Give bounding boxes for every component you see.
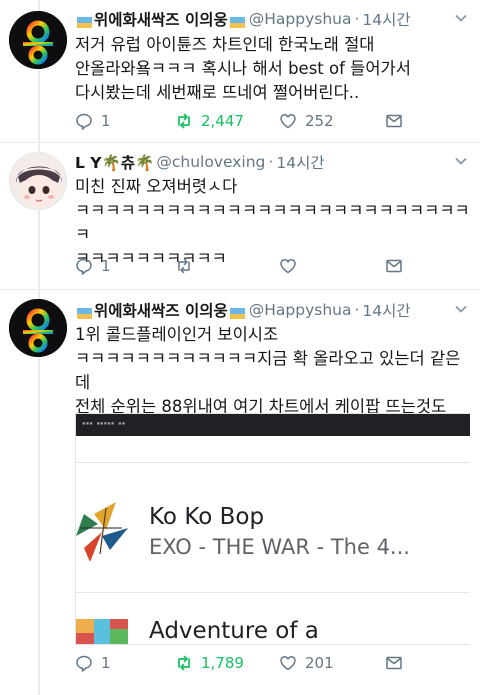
direct-message-button[interactable] <box>385 257 403 275</box>
timestamp[interactable]: 14시간 <box>362 8 410 30</box>
timestamp[interactable]: 14시간 <box>276 151 324 173</box>
next-song-title: Adventure of a <box>149 618 319 644</box>
reply-button[interactable]: 1 <box>75 112 175 130</box>
chevron-down-icon[interactable] <box>454 11 468 25</box>
retweet-icon <box>178 113 190 129</box>
avatar-cartoon-image <box>10 153 66 209</box>
message-icon <box>386 656 402 670</box>
song-title: Ko Ko Bop <box>149 504 265 530</box>
display-name[interactable]: 위에화새싹즈 이의웅 <box>94 299 228 321</box>
avatar-logo-image <box>9 11 67 69</box>
card-divider <box>76 592 470 593</box>
message-icon <box>386 259 402 273</box>
retweet-icon <box>178 258 190 274</box>
avatar-chulovexing[interactable] <box>9 152 67 210</box>
reply-icon <box>76 258 92 275</box>
tweet-2[interactable]: L Y🌴츄🌴 @chulovexing · 14시간 미친 진짜 오져버렷ㅅ다 … <box>0 143 480 289</box>
avatar-logo-image <box>9 299 67 357</box>
flag-icon <box>77 305 92 319</box>
like-button[interactable] <box>279 257 385 275</box>
separator-dot: · <box>268 153 274 171</box>
chevron-down-icon[interactable] <box>454 302 468 316</box>
retweet-icon <box>178 655 190 671</box>
tweet-1[interactable]: 위에화새싹즈 이의웅 @Happyshua · 14시간 저거 유럽 아이튠즈 … <box>0 0 480 142</box>
album-art-image <box>76 484 128 584</box>
tweet-header: L Y🌴츄🌴 @chulovexing · 14시간 <box>75 151 325 173</box>
tweet-header: 위에화새싹즈 이의웅 @Happyshua · 14시간 <box>75 8 411 30</box>
like-icon <box>280 259 296 274</box>
reply-icon <box>76 113 92 130</box>
retweet-button[interactable]: 2,447 <box>175 112 279 130</box>
tweet-actions: 1 2,447 252 <box>75 111 403 131</box>
flag-icon <box>229 14 245 28</box>
like-button[interactable]: 252 <box>279 112 385 130</box>
separator-dot: · <box>354 301 360 319</box>
retweet-count: 1,789 <box>201 654 244 672</box>
like-button[interactable]: 201 <box>279 654 385 672</box>
reply-count: 1 <box>101 654 111 672</box>
flag-icon <box>229 305 245 319</box>
chevron-down-icon[interactable] <box>454 154 468 168</box>
reply-button[interactable]: 1 <box>75 654 175 672</box>
user-handle[interactable]: @Happyshua <box>249 10 352 28</box>
reply-icon <box>76 655 92 672</box>
retweet-button[interactable]: 1,789 <box>175 654 279 672</box>
reply-count: 1 <box>101 112 111 130</box>
direct-message-button[interactable] <box>385 112 403 130</box>
direct-message-button[interactable] <box>385 654 403 672</box>
reply-count: 1 <box>101 257 111 275</box>
tweet-actions: 1 <box>75 256 403 276</box>
attached-image[interactable]: ▪▪▪ ▪▪▪▪▪ ▪▪ Ko Ko Bop EXO - THE WAR - T… <box>75 413 470 645</box>
album-art-image <box>76 619 128 644</box>
tweet-actions: 1 1,789 201 <box>75 653 403 673</box>
message-icon <box>386 114 402 128</box>
display-name[interactable]: 위에화새싹즈 이의웅 <box>94 8 228 30</box>
flag-icon <box>77 14 92 28</box>
user-handle[interactable]: @chulovexing <box>156 153 265 171</box>
avatar-happyshua[interactable] <box>9 11 67 69</box>
like-icon <box>280 114 296 129</box>
display-name[interactable]: L Y🌴츄🌴 <box>75 151 154 173</box>
retweet-button[interactable] <box>175 257 279 275</box>
tweet-header: 위에화새싹즈 이의웅 @Happyshua · 14시간 <box>75 299 411 321</box>
reply-button[interactable]: 1 <box>75 257 175 275</box>
avatar-happyshua[interactable] <box>9 299 67 357</box>
timestamp[interactable]: 14시간 <box>362 299 410 321</box>
like-count: 201 <box>305 654 334 672</box>
retweet-count: 2,447 <box>201 112 244 130</box>
tweet-text: 저거 유럽 아이튠즈 차트인데 한국노래 절대 안올라와욬ㅋㅋㅋ 혹시나 해서 … <box>75 35 411 102</box>
card-top-bar: ▪▪▪ ▪▪▪▪▪ ▪▪ <box>76 414 470 436</box>
user-handle[interactable]: @Happyshua <box>249 301 352 319</box>
card-top-scribble: ▪▪▪ ▪▪▪▪▪ ▪▪ <box>82 420 126 427</box>
card-divider <box>76 462 470 463</box>
separator-dot: · <box>354 10 360 28</box>
like-count: 252 <box>305 112 334 130</box>
like-icon <box>280 656 296 671</box>
song-subtitle: EXO - THE WAR - The 4... <box>149 535 410 559</box>
